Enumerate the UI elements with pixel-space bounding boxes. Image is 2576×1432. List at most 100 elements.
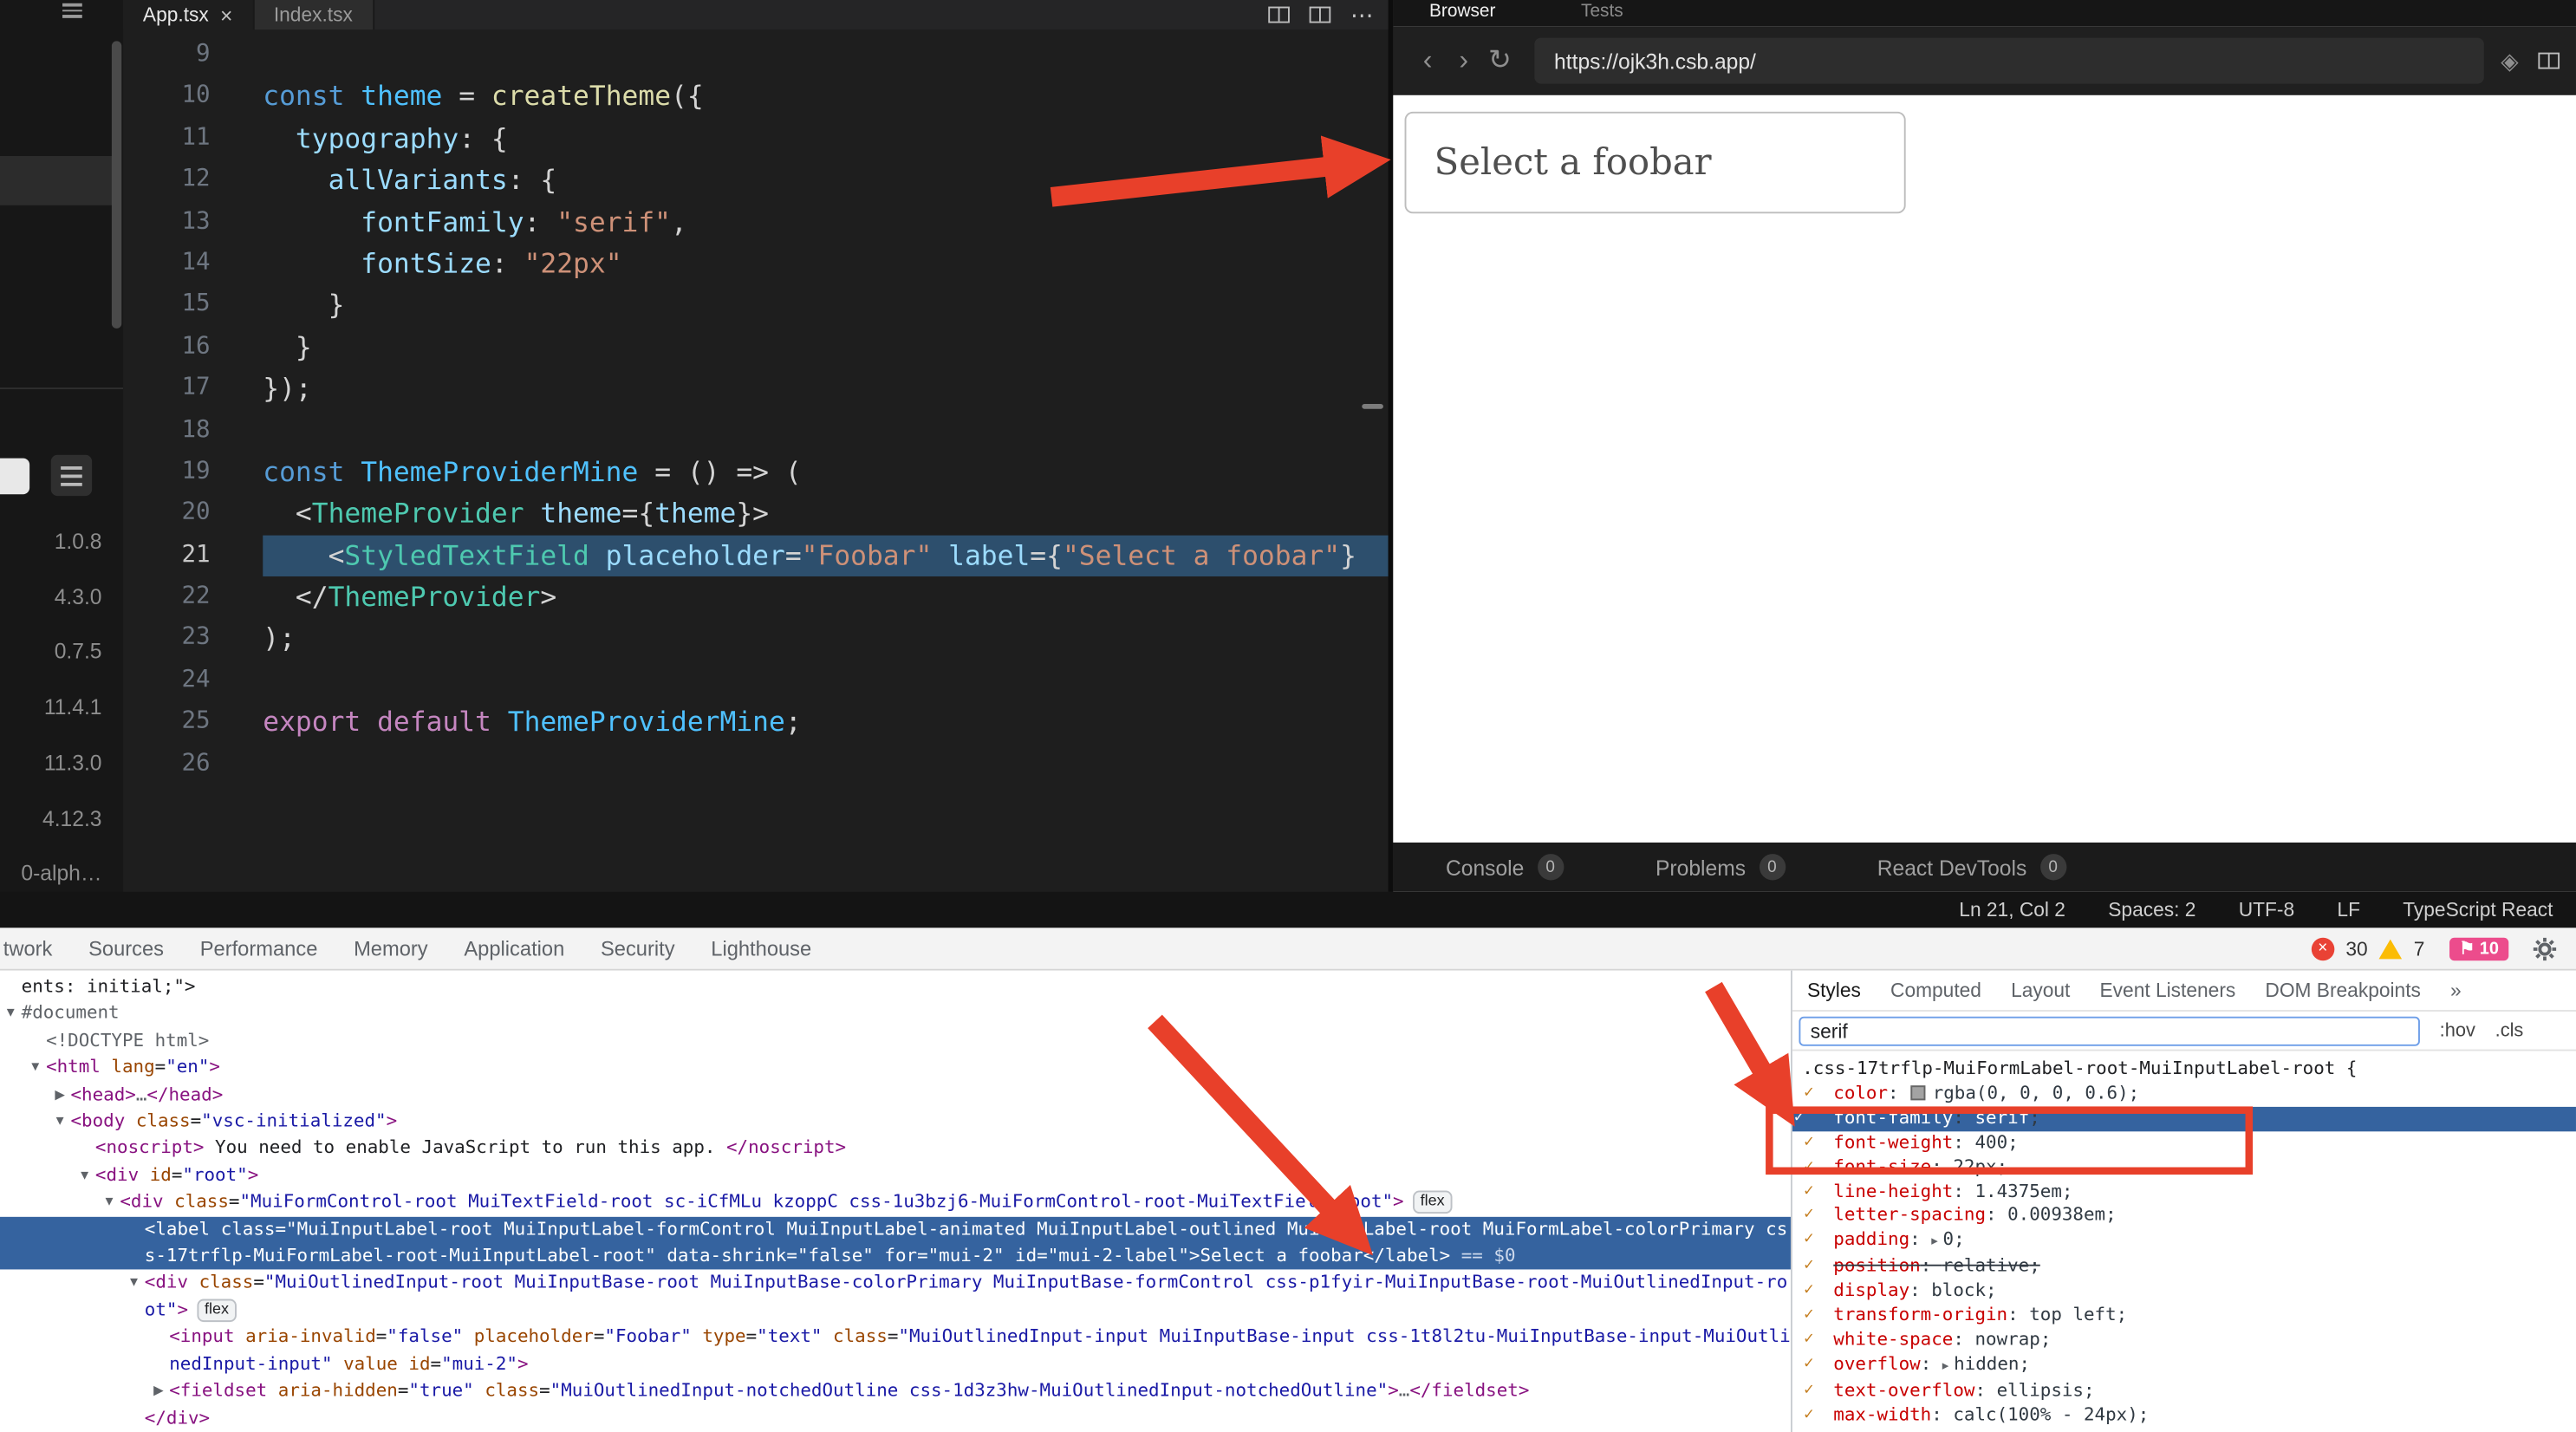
dom-tree-row[interactable]: ▼ <div class="MuiFormControl-root MuiText…: [0, 1189, 1791, 1216]
css-property-row[interactable]: ✓ position: relative;: [1802, 1255, 2576, 1279]
code-line[interactable]: 14 fontSize: "22px": [123, 243, 1388, 284]
open-in-new-window-icon[interactable]: [2538, 52, 2560, 69]
expand-arrow-open-icon[interactable]: ▼: [0, 1001, 22, 1028]
dom-tree-row[interactable]: ▼ <div id="root">: [0, 1162, 1791, 1189]
tab-app-tsx[interactable]: App.tsx ×: [123, 0, 255, 30]
devtools-tab[interactable]: twork: [0, 937, 70, 960]
split-editor-icon[interactable]: [1268, 6, 1290, 23]
settings-gear-icon[interactable]: [2533, 936, 2557, 960]
error-icon[interactable]: ×: [2311, 936, 2335, 960]
css-property-row[interactable]: ✓ max-width: calc(100% - 24px);: [1802, 1403, 2576, 1428]
console-bar-item[interactable]: Problems 0: [1656, 854, 1786, 881]
dom-tree-row[interactable]: ▼ #document: [0, 1001, 1791, 1028]
sidebar-button[interactable]: [0, 458, 30, 495]
pseudo-state-button[interactable]: :hov: [2440, 1020, 2475, 1040]
devtools-tab[interactable]: Security: [582, 937, 693, 960]
class-toggle-button[interactable]: .cls: [2495, 1020, 2524, 1040]
dom-tree-row[interactable]: </div>: [0, 1405, 1791, 1432]
css-property-row[interactable]: ✓ letter-spacing: 0.00938em;: [1802, 1204, 2576, 1228]
css-property-row[interactable]: ✓ display: block;: [1802, 1279, 2576, 1304]
flex-badge[interactable]: flex: [1412, 1190, 1454, 1214]
status-item[interactable]: Spaces: 2: [2108, 898, 2195, 921]
tab-index-tsx[interactable]: Index.tsx: [254, 0, 374, 30]
code-area[interactable]: 9 10 const theme = createTheme({11 typogra…: [123, 29, 1389, 892]
status-item[interactable]: UTF-8: [2239, 898, 2294, 921]
close-icon[interactable]: ×: [220, 3, 232, 27]
more-actions-icon[interactable]: ⋯: [1350, 1, 1375, 29]
property-checkbox[interactable]: ✓: [1804, 1180, 1813, 1204]
expand-arrow-closed-icon[interactable]: ▶: [49, 1082, 71, 1109]
css-property-row[interactable]: ✓ text-overflow: ellipsis;: [1802, 1379, 2576, 1403]
dom-tree-row[interactable]: ▼ <div class="MuiOutlinedInput-root MuiIn…: [0, 1270, 1791, 1324]
pane-resize-handle[interactable]: [1362, 404, 1383, 409]
list-menu-icon[interactable]: [50, 454, 93, 497]
status-item[interactable]: Ln 21, Col 2: [1959, 898, 2065, 921]
devtools-tab[interactable]: Application: [446, 937, 583, 960]
css-property-row[interactable]: ✓ padding: ▸ 0;: [1802, 1229, 2576, 1255]
code-line[interactable]: 10 const theme = createTheme({: [123, 76, 1388, 118]
property-checkbox[interactable]: ✓: [1804, 1229, 1813, 1253]
property-checkbox[interactable]: ✓: [1804, 1155, 1813, 1180]
code-line[interactable]: 22 </ThemeProvider>: [123, 576, 1388, 618]
flex-badge[interactable]: flex: [196, 1299, 237, 1322]
code-line[interactable]: 15 }: [123, 284, 1388, 326]
forward-icon[interactable]: ›: [1446, 44, 1482, 77]
styles-panel-tab[interactable]: DOM Breakpoints: [2250, 979, 2436, 1002]
code-line[interactable]: 21 <StyledTextField placeholder="Foobar"…: [123, 535, 1389, 577]
devtools-tab[interactable]: Memory: [335, 937, 446, 960]
dom-tree-row[interactable]: <label class="MuiInputLabel-root MuiInpu…: [0, 1216, 1791, 1271]
refresh-icon[interactable]: ↻: [1482, 44, 1519, 77]
code-line[interactable]: 9: [123, 35, 1388, 76]
property-checkbox[interactable]: ✓: [1804, 1353, 1813, 1377]
property-checkbox[interactable]: ✓: [1804, 1403, 1813, 1428]
property-checkbox[interactable]: ✓: [1804, 1279, 1813, 1304]
sidebar-scrollbar[interactable]: [111, 41, 122, 329]
sidebar-selected-row[interactable]: [0, 155, 115, 205]
devtools-tab[interactable]: Performance: [182, 937, 335, 960]
expand-arrow-open-icon[interactable]: ▼: [99, 1189, 120, 1216]
styles-panel-tab[interactable]: Event Listeners: [2085, 979, 2250, 1002]
css-property-row[interactable]: ✓ overflow: ▸ hidden;: [1802, 1353, 2576, 1379]
css-property-row[interactable]: ✓ font-weight: 400;: [1802, 1131, 2576, 1155]
dom-tree-row[interactable]: <noscript> You need to enable JavaScript…: [0, 1136, 1791, 1162]
devtools-tab[interactable]: Sources: [70, 937, 182, 960]
property-checkbox[interactable]: ✓: [1804, 1204, 1813, 1228]
dom-tree-row[interactable]: ▶ <head>…</head>: [0, 1082, 1791, 1109]
styles-panel-tab[interactable]: Styles: [1792, 979, 1876, 1002]
code-line[interactable]: 18: [123, 410, 1388, 452]
tab-browser[interactable]: Browser: [1429, 2, 1495, 26]
property-checkbox[interactable]: ✓: [1804, 1255, 1813, 1279]
code-line[interactable]: 19 const ThemeProviderMine = () => (: [123, 452, 1388, 493]
expand-arrow-open-icon[interactable]: ▼: [24, 1055, 46, 1082]
property-checkbox[interactable]: ✓: [1794, 1107, 1804, 1131]
styles-filter-input[interactable]: [1799, 1015, 2420, 1045]
css-selector[interactable]: .css-17trflp-MuiFormLabel-root-MuiInputL…: [1802, 1058, 2576, 1082]
expand-arrow-open-icon[interactable]: ▼: [74, 1162, 95, 1189]
warning-icon[interactable]: [2378, 938, 2403, 959]
code-line[interactable]: 17});: [123, 368, 1388, 410]
css-property-row[interactable]: ✓ color: rgba(0, 0, 0, 0.6);: [1802, 1082, 2576, 1106]
property-checkbox[interactable]: ✓: [1804, 1329, 1813, 1353]
layout-columns-icon[interactable]: [1309, 6, 1331, 23]
expand-shorthand-icon[interactable]: ▸: [1942, 1358, 1949, 1373]
dom-tree-row[interactable]: ents: initial;">: [0, 973, 1791, 1000]
back-icon[interactable]: ‹: [1409, 44, 1446, 77]
css-property-row[interactable]: ✓ line-height: 1.4375em;: [1802, 1180, 2576, 1204]
preview-action-icon[interactable]: ◈: [2501, 47, 2518, 75]
dom-tree-row[interactable]: <!DOCTYPE html>: [0, 1028, 1791, 1055]
expand-arrow-open-icon[interactable]: ▼: [123, 1270, 145, 1297]
tab-tests[interactable]: Tests: [1581, 2, 1623, 26]
color-swatch[interactable]: [1911, 1085, 1927, 1101]
property-checkbox[interactable]: ✓: [1804, 1131, 1813, 1155]
css-property-row[interactable]: ✓ font-size: 22px;: [1802, 1155, 2576, 1180]
code-line[interactable]: 12 allVariants: {: [123, 159, 1388, 201]
styles-panel-tab[interactable]: »: [2436, 979, 2476, 1002]
console-bar-item[interactable]: React DevTools 0: [1877, 854, 2066, 881]
property-checkbox[interactable]: ✓: [1804, 1379, 1813, 1403]
styles-panel-tab[interactable]: Computed: [1876, 979, 1996, 1002]
extension-badge[interactable]: ⚑ 10: [2449, 936, 2509, 960]
dom-tree-row[interactable]: ▼ <html lang="en">: [0, 1055, 1791, 1082]
css-property-row[interactable]: ✓ font-family: serif;: [1792, 1106, 2576, 1131]
dom-tree-row[interactable]: ▼ <body class="vsc-initialized">: [0, 1109, 1791, 1136]
property-checkbox[interactable]: ✓: [1804, 1082, 1813, 1106]
